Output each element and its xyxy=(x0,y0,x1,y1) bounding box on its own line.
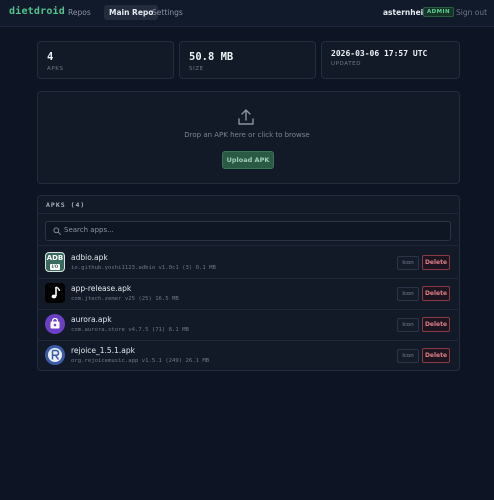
sign-out-link[interactable]: Sign out xyxy=(456,8,487,17)
divider xyxy=(37,213,458,214)
list-item: rejoice_1.5.1.apk org.rejoicemusic.app v… xyxy=(37,342,458,372)
music-note-icon xyxy=(45,283,65,303)
upload-apk-button[interactable]: Upload APK xyxy=(222,151,274,169)
apk-meta: com.aurora.store v4.7.5 (71) 8.1 MB xyxy=(71,327,189,333)
divider xyxy=(37,309,458,310)
aurora-store-icon xyxy=(45,314,65,334)
list-item: aurora.apk com.aurora.store v4.7.5 (71) … xyxy=(37,311,458,341)
stat-value-size: 50.8 MB xyxy=(189,51,234,63)
stat-label-updated: UPDATED xyxy=(331,61,362,67)
apk-name: rejoice_1.5.1.apk xyxy=(71,346,135,355)
adb-icon: ADB I/O xyxy=(45,252,65,272)
stat-card-size: 50.8 MB SIZE xyxy=(179,41,316,79)
apk-meta: io.github.yoshi1123.adbio v1.0c1 (3) 0.1… xyxy=(71,265,216,271)
stat-label-apks: APKS xyxy=(47,66,64,72)
stat-label-size: SIZE xyxy=(189,66,204,72)
divider xyxy=(37,340,458,341)
apk-name: app-release.apk xyxy=(71,284,132,293)
divider xyxy=(37,278,458,279)
role-badge: ADMIN xyxy=(423,7,454,17)
nav-link-repos[interactable]: Repos xyxy=(63,5,96,20)
set-icon-button[interactable]: Icon xyxy=(397,256,419,270)
apk-name: adbio.apk xyxy=(71,253,108,262)
top-nav: dietdroid Repos Main Repo Settings aster… xyxy=(0,0,494,27)
delete-button[interactable]: Delete xyxy=(422,255,450,270)
rejoice-icon xyxy=(45,345,65,365)
search-icon xyxy=(53,227,61,235)
list-item: ADB I/O adbio.apk io.github.yoshi1123.ad… xyxy=(37,249,458,279)
divider xyxy=(37,245,458,246)
apk-list-title: APKS (4) xyxy=(46,201,86,209)
set-icon-button[interactable]: Icon xyxy=(397,318,419,332)
drop-zone-text: Drop an APK here or click to browse xyxy=(184,131,310,139)
delete-button[interactable]: Delete xyxy=(422,286,450,301)
brand-logo[interactable]: dietdroid xyxy=(9,6,65,17)
stat-card-updated: 2026-03-06 17:57 UTC UPDATED xyxy=(321,41,460,79)
nav-link-settings[interactable]: Settings xyxy=(147,5,188,20)
set-icon-button[interactable]: Icon xyxy=(397,287,419,301)
upload-icon xyxy=(238,109,254,125)
stat-value-updated: 2026-03-06 17:57 UTC xyxy=(331,49,428,58)
apk-meta: com.jtech.zemer v25 (25) 16.5 MB xyxy=(71,296,179,302)
delete-button[interactable]: Delete xyxy=(422,348,450,363)
search-placeholder: Search apps... xyxy=(64,226,114,234)
apk-name: aurora.apk xyxy=(71,315,112,324)
delete-button[interactable]: Delete xyxy=(422,317,450,332)
search-input[interactable]: Search apps... xyxy=(45,221,451,241)
stat-value-apks: 4 xyxy=(47,51,54,63)
list-item: app-release.apk com.jtech.zemer v25 (25)… xyxy=(37,280,458,310)
stat-card-apks: 4 APKS xyxy=(37,41,174,79)
set-icon-button[interactable]: Icon xyxy=(397,349,419,363)
apk-meta: org.rejoicemusic.app v1.5.1 (249) 26.1 M… xyxy=(71,358,210,364)
